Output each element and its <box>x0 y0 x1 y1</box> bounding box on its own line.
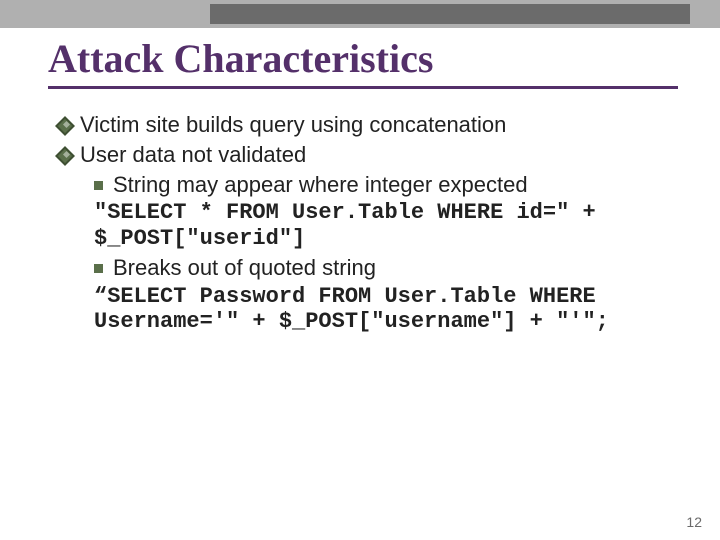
bullet-level1: User data not validated <box>58 141 670 169</box>
bullet-text: Victim site builds query using concatena… <box>80 111 506 139</box>
slide-content: Attack Characteristics Victim site build… <box>0 28 720 540</box>
slide-title: Attack Characteristics <box>48 38 662 80</box>
slide-body: Victim site builds query using concatena… <box>56 111 670 335</box>
bullet-text: Breaks out of quoted string <box>113 254 376 282</box>
diamond-icon <box>58 149 72 163</box>
slide-top-bar <box>0 0 720 28</box>
code-snippet: "SELECT * FROM User.Table WHERE id=" + $… <box>94 200 670 252</box>
code-snippet: “SELECT Password FROM User.Table WHERE U… <box>94 284 670 336</box>
bullet-text: String may appear where integer expected <box>113 171 528 199</box>
diamond-icon <box>58 119 72 133</box>
sub-bullet-group: String may appear where integer expected… <box>94 171 670 335</box>
bullet-level2: String may appear where integer expected <box>94 171 670 199</box>
title-rule <box>48 86 678 89</box>
square-icon <box>94 181 103 190</box>
square-icon <box>94 264 103 273</box>
bullet-text: User data not validated <box>80 141 306 169</box>
bullet-level1: Victim site builds query using concatena… <box>58 111 670 139</box>
page-number: 12 <box>686 514 702 530</box>
bullet-level2: Breaks out of quoted string <box>94 254 670 282</box>
